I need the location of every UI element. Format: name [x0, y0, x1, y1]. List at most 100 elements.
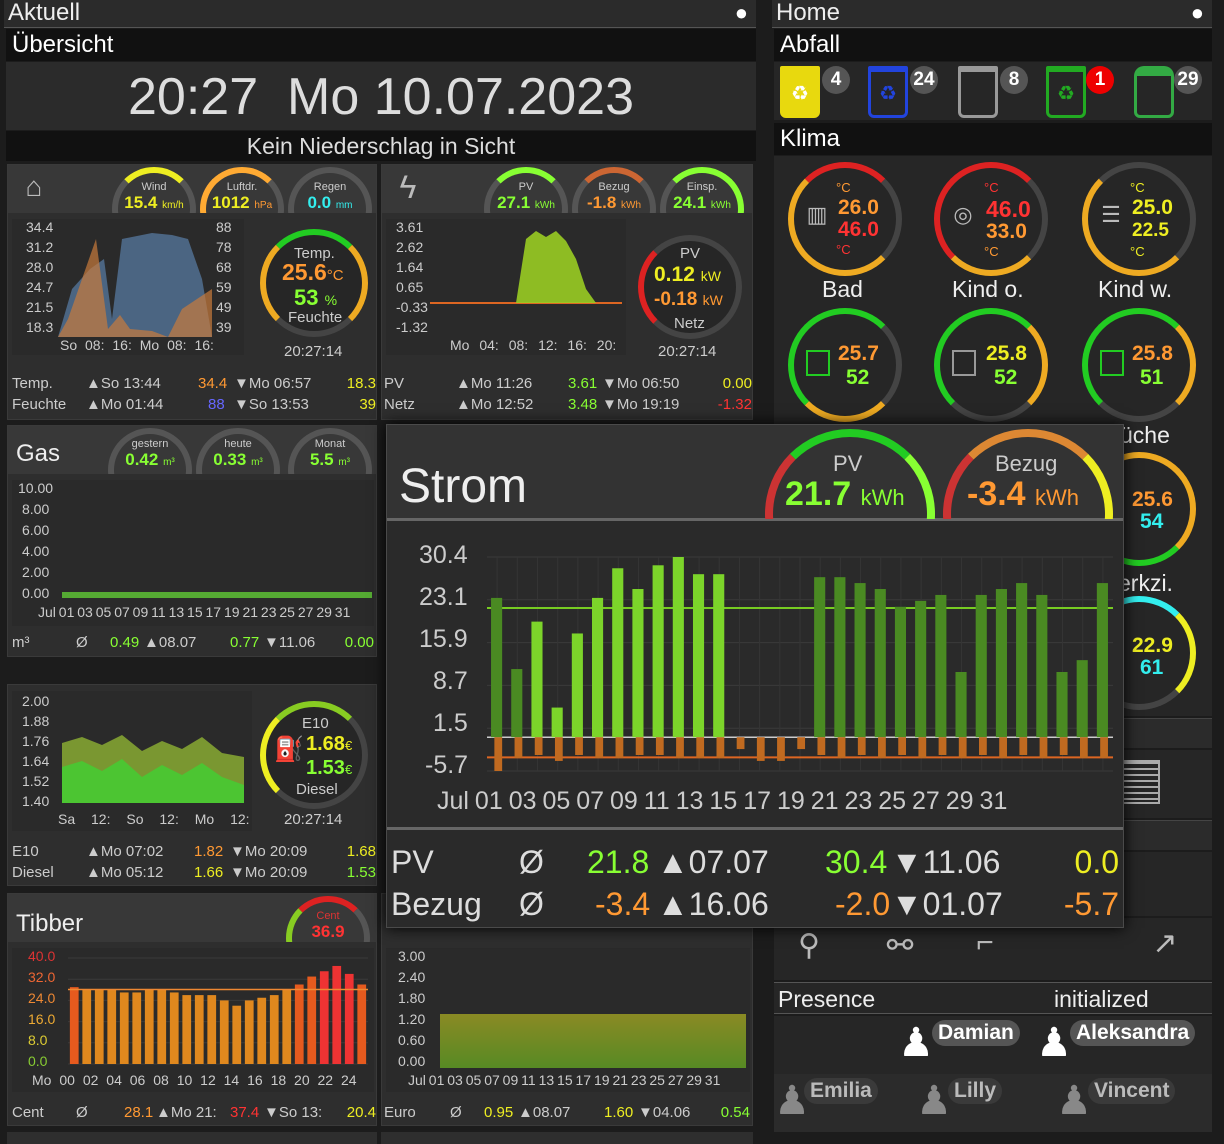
gx0: Jul	[38, 604, 56, 620]
klima-gauge-boiler[interactable]: ▥ °C 26.0 46.0 °C	[788, 162, 902, 276]
weather-tick-r4: 49	[216, 299, 232, 315]
tx10: 18	[270, 1072, 287, 1088]
fuel-xticks: Sa 12: So 12: Mo 12:	[58, 811, 250, 827]
t2-tick4: 0.60	[398, 1032, 426, 1048]
hum-label: Feuchte	[288, 309, 343, 326]
aktuell-header: Aktuell ●	[4, 0, 756, 28]
pin-icon[interactable]: ●	[735, 0, 748, 26]
shutter-icon[interactable]	[1120, 760, 1160, 804]
tx12: 22	[317, 1072, 334, 1088]
sx2: 03	[508, 787, 537, 815]
lightning-icon: ϟ	[399, 169, 417, 205]
klima-gauge-radiator[interactable]: ☰ °C 25.0 22.5 °C	[1082, 162, 1196, 276]
strom-pv-bar	[1056, 672, 1068, 738]
wind-label: Wind	[141, 181, 167, 193]
klima-gauge-pump[interactable]: ◎ °C 46.0 33.0 °C	[934, 162, 1048, 276]
t2x16: 31	[704, 1072, 721, 1088]
gas-r-avg: 0.49	[110, 634, 140, 651]
strom-pv-bar	[713, 574, 725, 738]
tibber2-xticks: Jul 01 03 05 07 09 11 13 15 17 19 21 23 …	[408, 1072, 720, 1088]
strom-pv-wrap: 21.7 kWh	[785, 475, 905, 514]
bin-yellow-icon[interactable]: ♻	[780, 66, 820, 118]
person-icon-vincent: ♟	[1056, 1079, 1092, 1123]
room-gauge-bad[interactable]: 25.7 52	[788, 308, 902, 422]
strom-pv-bar	[632, 589, 644, 738]
k2-v1: 25.0	[1132, 196, 1173, 219]
power-chart[interactable]: 3.61 2.62 1.64 0.65 -0.33 -1.32 Mo 04: 0…	[386, 219, 626, 355]
gas-tick5: 0.00	[22, 585, 50, 601]
klima-header: Klima	[774, 123, 1212, 155]
t-r-maxw: ▲Mo 21:	[156, 1104, 217, 1121]
hum-unit: %	[324, 292, 338, 308]
gx7: 13	[168, 604, 185, 620]
person-emilia[interactable]: Emilia	[804, 1078, 878, 1104]
temp-humidity-gauge[interactable]: Temp. 25.6°C 53 % Feuchte	[260, 229, 368, 337]
bin-blue-icon[interactable]: ♻	[868, 66, 908, 118]
gx2: 03	[77, 604, 93, 620]
toothbrush-icon[interactable]: ⚲	[784, 928, 834, 963]
w-r2-min: 39	[359, 396, 376, 413]
strom-popup[interactable]: Strom PV 21.7 kWh Bezug -3.4 kWh 30.4 23…	[386, 424, 1124, 928]
t-tick4: 8.0	[28, 1032, 48, 1048]
t2-tick3: 1.20	[398, 1011, 426, 1027]
strom-bezug-bar	[938, 737, 947, 755]
t-tick2: 24.0	[28, 990, 56, 1006]
gx8: 15	[187, 604, 203, 620]
abfall-row: ♻ 4 ♻ 24 8 ♻ 1 29	[774, 62, 1212, 120]
strom-pv-bar	[975, 594, 987, 738]
person-damian[interactable]: Damian	[932, 1020, 1020, 1046]
rain-label: Regen	[313, 181, 347, 193]
room-gauge-kind-o[interactable]: 25.8 52	[934, 308, 1048, 422]
weather-row2: Feuchte ▲Mo 01:44 88 ▼So 13:53 39	[12, 396, 376, 413]
pvnetz-label: PV	[680, 245, 701, 262]
gas-chart[interactable]: 10.00 8.00 6.00 4.00 2.00 0.00 Jul 01 03…	[12, 480, 374, 626]
gx15: 29	[316, 604, 332, 620]
person-icon-aleksandra: ♟	[1036, 1021, 1072, 1065]
k1-v1: 46.0	[986, 196, 1031, 222]
bin-bio-icon[interactable]	[1134, 66, 1174, 118]
strom-row1: PV Ø 21.8 ▲07.07 30.4 ▼11.06 0.0	[391, 844, 1121, 881]
fx0: Sa	[58, 811, 76, 827]
fuel-chart[interactable]: 2.00 1.88 1.76 1.64 1.52 1.40 Sa 12: So …	[12, 691, 252, 831]
gas-monat: 5.5	[309, 450, 334, 469]
room-gauge-kind-w[interactable]: 25.8 51	[1082, 308, 1196, 422]
strom-bezug-bar	[514, 737, 523, 758]
bike-icon[interactable]: ⚯	[872, 926, 928, 964]
strom-pv-bar	[1076, 660, 1088, 738]
strom-tick4: 1.5	[433, 709, 468, 737]
w-r1-max: 34.4	[198, 375, 228, 392]
weather-xticks: So 08: 16: Mo 08: 16:	[60, 337, 214, 353]
strom-tick5: -5.7	[425, 751, 469, 779]
gas-r-avgsym: Ø	[76, 634, 88, 651]
weather-chart[interactable]: 34.4 31.2 28.0 24.7 21.5 18.3 88 78 68 5…	[12, 219, 244, 355]
w-r2-minw: ▼So 13:53	[234, 396, 309, 413]
tibber-chart[interactable]: 40.0 32.0 24.0 16.0 8.0 0.0 Mo 00 02 04 …	[12, 948, 374, 1092]
person-vincent[interactable]: Vincent	[1088, 1078, 1176, 1104]
gas-tick4: 2.00	[22, 564, 50, 580]
gas-r-maxw: ▲08.07	[144, 634, 197, 651]
wx4: 08:	[167, 337, 187, 353]
energy-icon[interactable]: ↗	[1140, 926, 1190, 961]
bin-grey-badge: 8	[1000, 66, 1028, 94]
gas-monat-label: Monat	[314, 438, 346, 450]
s-r1-maxw: ▲07.07	[657, 844, 769, 880]
strom-bezug-bar	[736, 737, 745, 750]
power-tick5: -1.32	[396, 319, 428, 335]
presence-row-1: ♟ Damian ♟ Aleksandra	[774, 1016, 1212, 1074]
person-aleksandra[interactable]: Aleksandra	[1070, 1020, 1196, 1046]
tx7: 12	[200, 1072, 216, 1088]
bin-grey-icon[interactable]	[958, 66, 998, 118]
weather-panel: ⌂ Wind 15.4 km/h Luftdr. 1012 hPa Regen 0.0…	[7, 164, 377, 420]
home-pin-icon[interactable]: ●	[1191, 0, 1204, 26]
temp-unit: °C	[326, 267, 344, 284]
tibber-cent-gauge: Cent 36.9	[286, 896, 370, 942]
diesel-label: Diesel	[296, 781, 338, 798]
pv-netz-gauge[interactable]: PV 0.12 kW -0.18 kW Netz	[638, 235, 742, 339]
t-r-minw: ▼So 13:	[264, 1104, 323, 1121]
person-lilly[interactable]: Lilly	[948, 1078, 1003, 1104]
strom-chart[interactable]: 30.4 23.1 15.9 8.7 1.5 -5.7 Jul 01 03 05…	[387, 525, 1123, 829]
bin-green-icon[interactable]: ♻	[1046, 66, 1086, 118]
fuel-gauge[interactable]: E10 ⛽ 1.68€ 1.53€ Diesel	[260, 701, 368, 809]
tibber-month-chart[interactable]: 3.00 2.40 1.80 1.20 0.60 0.00 Jul 01 03 …	[386, 948, 750, 1092]
lamp-icon[interactable]: ⌐	[960, 926, 1010, 960]
